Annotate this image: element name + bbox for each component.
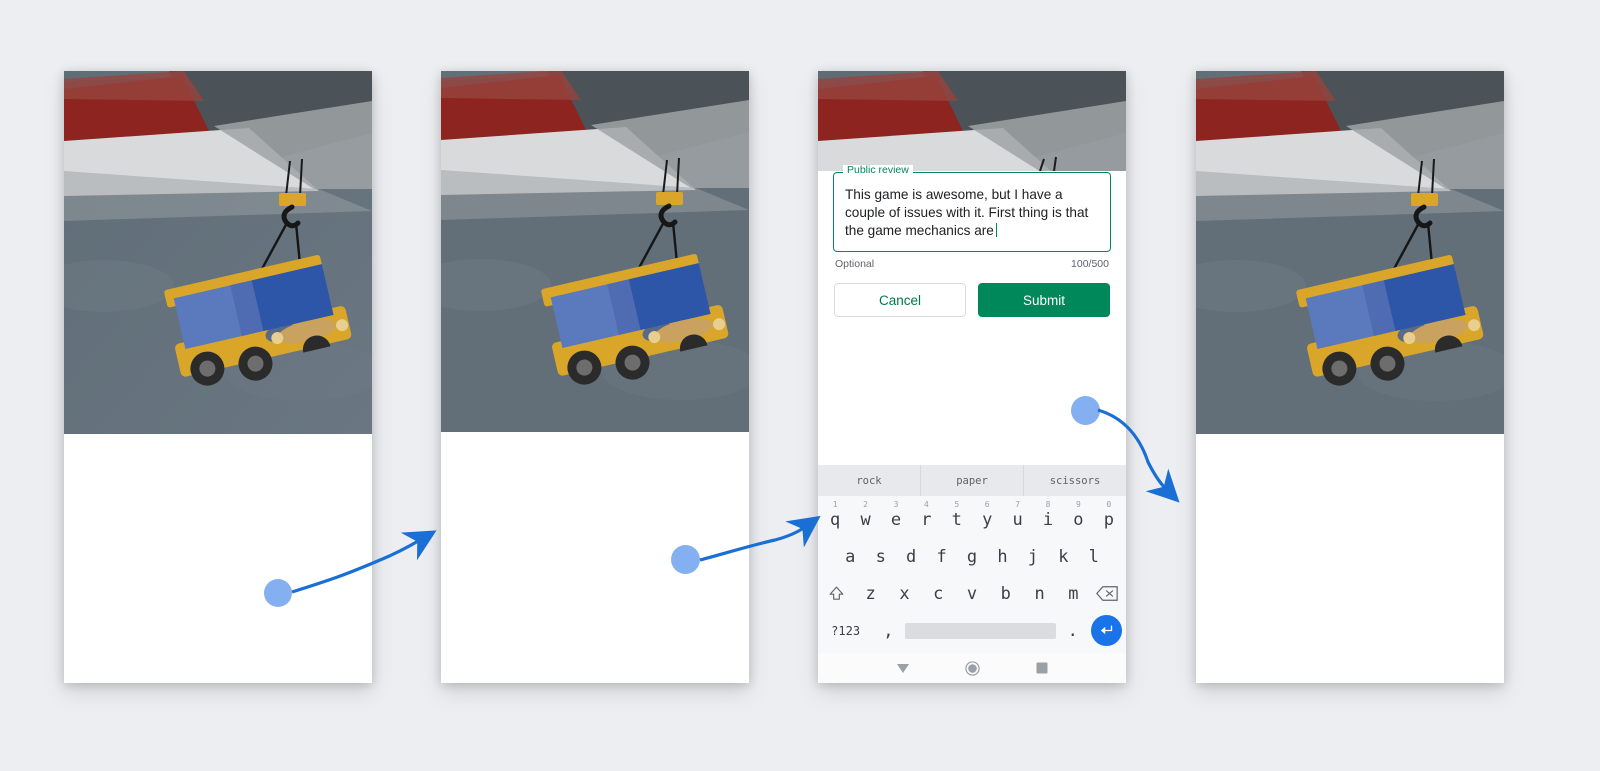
key-e[interactable]: 3e: [881, 500, 911, 538]
key-i[interactable]: 8i: [1033, 500, 1063, 538]
game-background-2: [441, 71, 749, 432]
key-u[interactable]: 7u: [1002, 500, 1032, 538]
cancel-button[interactable]: Cancel: [834, 283, 966, 317]
enter-key[interactable]: [1090, 612, 1124, 649]
key-a[interactable]: a: [835, 538, 865, 575]
crane-truck-illustration: [1196, 71, 1504, 434]
key-p-label: p: [1103, 509, 1114, 530]
char-counter: 100/500: [1071, 258, 1109, 270]
crane-truck-illustration: [64, 71, 372, 434]
keyboard-row-4: ?123 , .: [820, 612, 1124, 649]
key-q[interactable]: 1q: [820, 500, 850, 538]
key-s[interactable]: s: [865, 538, 895, 575]
key-e-label: e: [890, 509, 902, 530]
key-v[interactable]: v: [955, 575, 989, 612]
comma-key[interactable]: ,: [871, 612, 905, 649]
screenshot-stage: Google Play Gamer20: [0, 0, 1600, 771]
key-r-num: 4: [923, 500, 929, 509]
key-e-num: 3: [893, 500, 899, 509]
phone-screen-3: Google Play Gamer20: [818, 71, 1126, 683]
optional-label: Optional: [835, 258, 875, 270]
keyboard-row-1: 1q 2w 3e 4r 5t 6y 7u 8i 9o 0p: [820, 500, 1124, 538]
keyboard-row-3: z x c v b n m: [820, 575, 1124, 612]
key-u-num: 7: [1015, 500, 1021, 509]
phone-screen-2: Google Play Gamer20: [441, 71, 749, 683]
key-q-label: q: [830, 509, 841, 530]
key-q-num: 1: [832, 500, 838, 509]
recents-square-icon[interactable]: [1036, 662, 1048, 674]
key-n[interactable]: n: [1023, 575, 1057, 612]
home-circle-icon[interactable]: [965, 660, 981, 676]
period-key[interactable]: .: [1056, 612, 1090, 649]
crane-truck-illustration: [441, 71, 749, 432]
key-g[interactable]: g: [957, 538, 987, 575]
enter-arrow-icon: [1091, 615, 1123, 646]
key-j[interactable]: j: [1018, 538, 1048, 575]
key-z[interactable]: z: [854, 575, 888, 612]
touch-indicator-1: [264, 579, 292, 607]
key-m[interactable]: m: [1056, 575, 1090, 612]
keyboard-row-2: a s d f g h j k l: [820, 538, 1124, 575]
key-y-label: y: [982, 509, 993, 530]
key-f[interactable]: f: [926, 538, 956, 575]
game-background-4: [1196, 71, 1504, 434]
review-meta-row: Optional 100/500: [818, 252, 1126, 270]
key-o-num: 9: [1076, 500, 1081, 509]
key-k[interactable]: k: [1048, 538, 1078, 575]
keyboard-rows: 1q 2w 3e 4r 5t 6y 7u 8i 9o 0p a s d f g: [818, 496, 1126, 653]
key-w[interactable]: 2w: [850, 500, 880, 538]
crane-truck-illustration: [818, 71, 1126, 171]
key-b[interactable]: b: [989, 575, 1023, 612]
phone-screen-1: Google Play Gamer20: [64, 71, 372, 683]
key-i-num: 8: [1045, 500, 1051, 509]
key-p[interactable]: 0p: [1094, 500, 1124, 538]
text-caret: [995, 223, 998, 237]
key-c[interactable]: c: [921, 575, 955, 612]
backspace-icon: [1096, 586, 1118, 601]
submit-button[interactable]: Submit: [978, 283, 1110, 317]
backspace-key[interactable]: [1090, 575, 1124, 612]
shift-up-arrow-icon: [829, 586, 844, 600]
key-y-num: 6: [984, 500, 990, 509]
space-key[interactable]: [905, 622, 1056, 639]
shift-key[interactable]: [820, 575, 854, 612]
touch-indicator-3: [1071, 396, 1100, 425]
suggestion-scissors[interactable]: scissors: [1023, 465, 1126, 496]
game-background-1: [64, 71, 372, 434]
key-x[interactable]: x: [888, 575, 922, 612]
review-input-3[interactable]: Public review This game is awesome, but …: [833, 165, 1111, 252]
key-r[interactable]: 4r: [911, 500, 941, 538]
key-o-label: o: [1073, 509, 1084, 530]
suggestion-rock[interactable]: rock: [818, 465, 920, 496]
key-w-label: w: [860, 509, 871, 530]
android-nav-bar: [818, 653, 1126, 683]
keyboard-suggestions[interactable]: rock paper scissors: [818, 465, 1126, 496]
action-buttons-3: Cancel Submit: [818, 283, 1126, 317]
key-w-num: 2: [863, 500, 868, 509]
key-p-num: 0: [1106, 500, 1112, 509]
review-field-label: Public review: [843, 165, 913, 176]
soft-keyboard: rock paper scissors 1q 2w 3e 4r 5t 6y 7u…: [818, 465, 1126, 683]
key-d[interactable]: d: [896, 538, 926, 575]
key-t[interactable]: 5t: [942, 500, 972, 538]
key-h[interactable]: h: [987, 538, 1017, 575]
key-y[interactable]: 6y: [972, 500, 1002, 538]
back-triangle-icon[interactable]: [896, 661, 910, 675]
touch-indicator-2: [671, 545, 700, 574]
key-u-label: u: [1012, 509, 1023, 530]
key-l[interactable]: l: [1079, 538, 1109, 575]
key-r-label: r: [921, 509, 932, 530]
symbols-key[interactable]: ?123: [820, 612, 871, 649]
suggestion-paper[interactable]: paper: [920, 465, 1023, 496]
game-background-3: [818, 71, 1126, 171]
key-i-label: i: [1042, 509, 1054, 530]
review-text-value: This game is awesome, but I have a coupl…: [845, 187, 1089, 238]
key-t-num: 5: [954, 500, 960, 509]
phone-screen-4: Thanks for submitting a review! U: [1196, 71, 1504, 683]
key-t-label: t: [951, 509, 962, 530]
key-o[interactable]: 9o: [1063, 500, 1093, 538]
